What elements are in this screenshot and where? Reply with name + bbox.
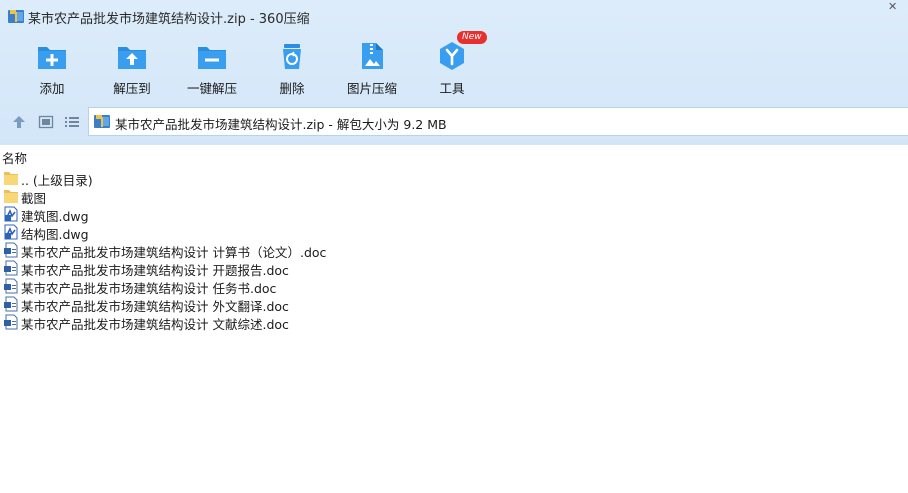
address-path: 某市农产品批发市场建筑结构设计.zip - 解包大小为 9.2 MB (115, 117, 447, 132)
delete-icon (283, 44, 301, 69)
navigation-row: 某市农产品批发市场建筑结构设计.zip - 解包大小为 9.2 MB (0, 107, 908, 136)
file-name: 某市农产品批发市场建筑结构设计 文献综述.doc (21, 317, 289, 332)
doc-file-icon (4, 242, 18, 258)
tools-button[interactable]: New 工具 (412, 31, 492, 98)
doc-file-icon (4, 314, 18, 330)
new-badge: New (457, 31, 487, 44)
extract-to-button[interactable]: 解压到 (92, 34, 172, 98)
address-bar[interactable]: 某市农产品批发市场建筑结构设计.zip - 解包大小为 9.2 MB (88, 107, 908, 136)
list-item[interactable]: 某市农产品批发市场建筑结构设计 外文翻译.doc (0, 295, 908, 314)
folder-icon (4, 190, 18, 203)
doc-file-icon (4, 296, 18, 312)
up-arrow-icon[interactable] (11, 114, 27, 130)
toolbar: 添加 解压到 一键解压 删除 图片压缩 New 工具 (0, 31, 908, 100)
list-item[interactable]: 建筑图.dwg (0, 205, 908, 224)
top-chrome: 某市农产品批发市场建筑结构设计.zip - 360压缩 ✕ 添加 解压到 一键解… (0, 0, 908, 145)
list-item[interactable]: .. (上级目录) (0, 169, 908, 188)
file-list: .. (上级目录) 截图 建筑图.dwg 结构图.dwg 某市农产品批发市场建筑… (0, 169, 908, 332)
image-compress-label: 图片压缩 (346, 81, 397, 96)
file-pane: 名称 .. (上级目录) 截图 建筑图.dwg 结构图.dwg 某市农产品批发市… (0, 145, 908, 493)
tools-label: 工具 (439, 81, 465, 96)
delete-button[interactable]: 删除 (252, 34, 332, 98)
list-item[interactable]: 某市农产品批发市场建筑结构设计 计算书（论文）.doc (0, 241, 908, 260)
list-item[interactable]: 结构图.dwg (0, 223, 908, 242)
one-click-extract-icon (198, 47, 226, 69)
folder-icon (4, 172, 18, 185)
list-view-icon[interactable] (64, 114, 80, 130)
one-click-extract-label: 一键解压 (186, 81, 237, 96)
doc-file-icon (4, 278, 18, 294)
window-title: 某市农产品批发市场建筑结构设计.zip - 360压缩 (28, 12, 310, 27)
column-header-name[interactable]: 名称 (2, 148, 27, 167)
list-item[interactable]: 某市农产品批发市场建筑结构设计 文献综述.doc (0, 313, 908, 332)
close-icon[interactable]: ✕ (888, 1, 902, 12)
list-item[interactable]: 某市农产品批发市场建筑结构设计 开题报告.doc (0, 259, 908, 278)
add-icon (38, 47, 66, 69)
extract-to-label: 解压到 (113, 81, 151, 96)
title-bar[interactable]: 某市农产品批发市场建筑结构设计.zip - 360压缩 ✕ (0, 0, 908, 32)
dwg-file-icon (4, 206, 18, 222)
zip-archive-icon (8, 10, 24, 23)
thumbnail-view-icon[interactable] (38, 114, 54, 130)
extract-to-icon (118, 47, 146, 69)
tools-icon (440, 42, 464, 70)
image-compress-icon (362, 43, 383, 69)
list-item[interactable]: 某市农产品批发市场建筑结构设计 任务书.doc (0, 277, 908, 296)
doc-file-icon (4, 260, 18, 276)
zip-archive-icon (94, 115, 110, 128)
add-button[interactable]: 添加 (12, 34, 92, 98)
one-click-extract-button[interactable]: 一键解压 (172, 34, 252, 98)
dwg-file-icon (4, 224, 18, 240)
delete-label: 删除 (279, 81, 305, 96)
add-label: 添加 (39, 81, 65, 96)
image-compress-button[interactable]: 图片压缩 (332, 34, 412, 98)
list-item[interactable]: 截图 (0, 187, 908, 206)
